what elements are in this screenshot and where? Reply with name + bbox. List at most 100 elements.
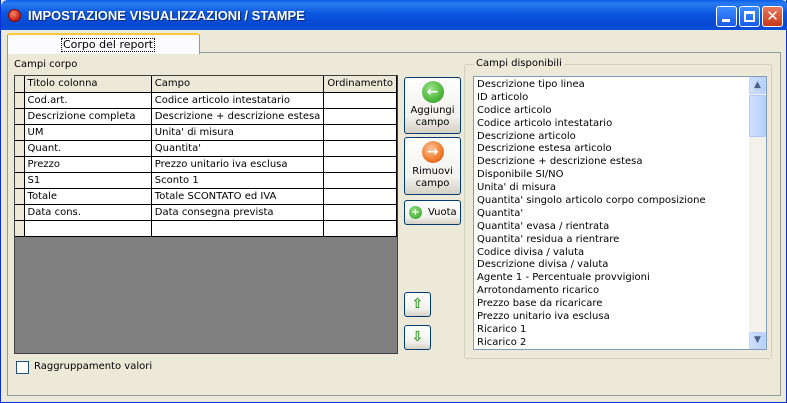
fields-table: Titolo colonna Campo Ordinamento Cod.art…: [15, 76, 397, 237]
cell-sort[interactable]: [323, 172, 397, 189]
vertical-scrollbar[interactable]: ▲ ▼: [749, 77, 766, 349]
table-row[interactable]: Cod.art. Codice articolo intestatario: [15, 92, 397, 109]
minimize-button[interactable]: [716, 6, 737, 27]
maximize-icon: [744, 11, 755, 22]
cell-title[interactable]: UM: [24, 124, 152, 141]
column-header[interactable]: Campo: [151, 76, 325, 93]
list-item[interactable]: Descrizione articolo: [477, 130, 751, 143]
list-item[interactable]: Quantita': [477, 207, 751, 220]
row-indicator[interactable]: [15, 92, 25, 109]
list-item[interactable]: Codice articolo: [477, 104, 751, 117]
cell-title[interactable]: Descrizione completa: [24, 108, 152, 125]
column-header[interactable]: Titolo colonna: [24, 76, 152, 93]
table-row[interactable]: Data cons. Data consegna prevista: [15, 204, 397, 221]
list-item[interactable]: Descrizione divisa / valuta: [477, 258, 751, 271]
close-button[interactable]: ✕: [762, 6, 783, 27]
cell-field[interactable]: Unita' di misura: [151, 124, 325, 141]
cell-sort[interactable]: [323, 156, 397, 173]
row-indicator[interactable]: [15, 172, 25, 189]
cell-sort[interactable]: [323, 204, 397, 221]
cell-field[interactable]: Data consegna prevista: [151, 204, 325, 221]
list-item[interactable]: Descrizione tipo linea: [477, 78, 751, 91]
cell-field[interactable]: Quantita': [151, 140, 325, 157]
row-indicator[interactable]: [15, 108, 25, 125]
list-item[interactable]: Unita' di misura: [477, 181, 751, 194]
close-icon: ✕: [766, 7, 779, 25]
header-indicator: [15, 76, 25, 93]
cell-sort[interactable]: [323, 108, 397, 125]
grouping-label[interactable]: Raggruppamento valori: [34, 361, 152, 372]
list-item[interactable]: Codice articolo intestatario: [477, 117, 751, 130]
cell-field[interactable]: Totale SCONTATO ed IVA: [151, 188, 325, 205]
list-item[interactable]: Descrizione + descrizione estesa: [477, 155, 751, 168]
add-field-label: Aggiungi campo: [410, 105, 455, 128]
table-row[interactable]: Totale Totale SCONTATO ed IVA: [15, 188, 397, 205]
cell-title[interactable]: Data cons.: [24, 204, 152, 221]
available-fields-list[interactable]: Descrizione tipo linea ID articolo Codice …: [473, 76, 767, 350]
scroll-down-icon[interactable]: ▼: [749, 332, 766, 349]
cell-field[interactable]: Sconto 1: [151, 172, 325, 189]
grouping-checkbox[interactable]: [16, 361, 29, 374]
list-item[interactable]: Prezzo unitario iva esclusa: [477, 310, 751, 323]
list-item[interactable]: Prezzo base da ricaricare: [477, 297, 751, 310]
table-row[interactable]: Quant. Quantita': [15, 140, 397, 157]
cell-title[interactable]: [24, 220, 152, 237]
table-row[interactable]: Prezzo Prezzo unitario iva esclusa: [15, 156, 397, 173]
cell-sort[interactable]: [323, 188, 397, 205]
cell-sort[interactable]: [323, 140, 397, 157]
cell-title[interactable]: Totale: [24, 188, 152, 205]
list-item[interactable]: Ricarico 2: [477, 336, 751, 349]
list-item[interactable]: Descrizione estesa articolo: [477, 142, 751, 155]
list-item[interactable]: ID articolo: [477, 91, 751, 104]
cell-field[interactable]: [151, 220, 325, 237]
cell-sort[interactable]: [323, 92, 397, 109]
cell-field[interactable]: Prezzo unitario iva esclusa: [151, 156, 325, 173]
row-indicator[interactable]: [15, 140, 25, 157]
cell-title[interactable]: Quant.: [24, 140, 152, 157]
cell-sort[interactable]: [323, 220, 397, 237]
list-item[interactable]: Codice divisa / valuta: [477, 246, 751, 259]
scroll-thumb[interactable]: [749, 95, 766, 137]
scroll-up-icon[interactable]: ▲: [749, 77, 766, 94]
window-title: IMPOSTAZIONE VISUALIZZAZIONI / STAMPE: [28, 8, 305, 23]
row-indicator[interactable]: [15, 124, 25, 141]
remove-field-button[interactable]: → Rimuovi campo: [404, 137, 461, 195]
minimize-icon: [722, 19, 730, 22]
table-row[interactable]: UM Unita' di misura: [15, 124, 397, 141]
row-indicator[interactable]: [15, 156, 25, 173]
table-row[interactable]: Descrizione completa Descrizione + descri…: [15, 108, 397, 125]
fields-grid[interactable]: Titolo colonna Campo Ordinamento Cod.art…: [14, 75, 398, 354]
cell-title[interactable]: Prezzo: [24, 156, 152, 173]
list-item[interactable]: Disponibile SI/NO: [477, 168, 751, 181]
cell-title[interactable]: Cod.art.: [24, 92, 152, 109]
cell-sort[interactable]: [323, 124, 397, 141]
move-down-button[interactable]: ⇩: [404, 325, 431, 350]
cell-field[interactable]: Codice articolo intestatario: [151, 92, 325, 109]
list-items: Descrizione tipo linea ID articolo Codice …: [477, 78, 751, 349]
list-item[interactable]: Quantita' residua a rientrare: [477, 233, 751, 246]
table-header: Titolo colonna Campo Ordinamento: [15, 76, 397, 93]
clear-button[interactable]: + Vuota: [404, 200, 461, 225]
add-field-button[interactable]: ← Aggiungi campo: [404, 77, 461, 134]
tab-corpo-report[interactable]: Corpo del report: [7, 33, 200, 54]
grid-label: Campi corpo: [14, 59, 78, 70]
move-up-button[interactable]: ⇧: [404, 292, 431, 317]
list-item[interactable]: Quantita' singolo articolo corpo composi…: [477, 194, 751, 207]
app-icon: [8, 9, 21, 22]
row-indicator[interactable]: [15, 220, 25, 237]
list-item[interactable]: Arrotondamento ricarico: [477, 284, 751, 297]
arrow-up-icon: ⇧: [411, 296, 424, 312]
title-bar[interactable]: IMPOSTAZIONE VISUALIZZAZIONI / STAMPE ✕: [1, 0, 787, 30]
row-indicator[interactable]: [15, 204, 25, 221]
list-item[interactable]: Quantita' evasa / rientrata: [477, 220, 751, 233]
cell-title[interactable]: S1: [24, 172, 152, 189]
maximize-button[interactable]: [739, 6, 760, 27]
list-item[interactable]: Agente 1 - Percentuale provvigioni: [477, 271, 751, 284]
arrow-left-icon: ←: [421, 81, 444, 103]
cell-field[interactable]: Descrizione + descrizione estesa: [151, 108, 325, 125]
table-row[interactable]: [15, 220, 397, 237]
list-item[interactable]: Ricarico 1: [477, 323, 751, 336]
table-row[interactable]: S1 Sconto 1: [15, 172, 397, 189]
row-indicator[interactable]: [15, 188, 25, 205]
column-header[interactable]: Ordinamento: [323, 76, 397, 93]
